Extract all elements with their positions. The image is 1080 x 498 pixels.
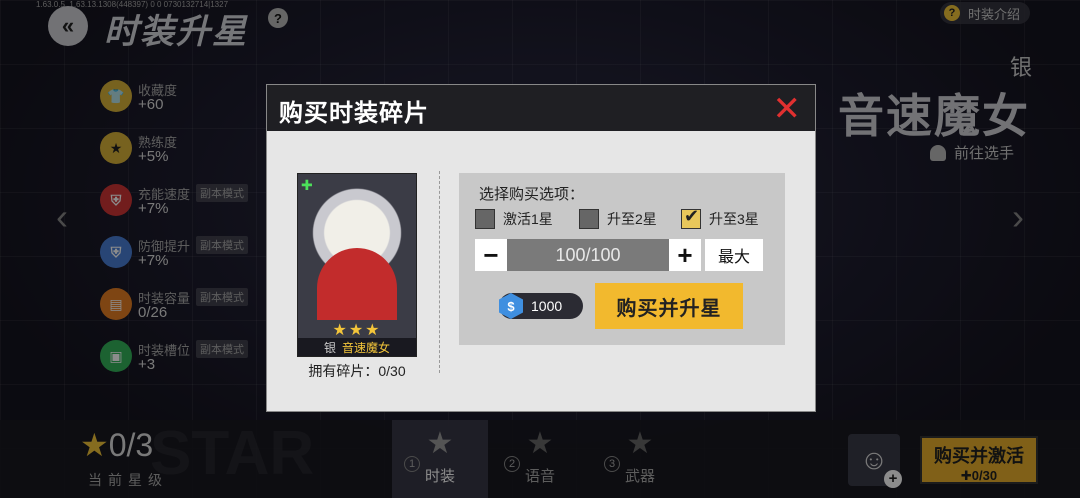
owned-fragments: 拥有碎片：0/30 [308,363,406,379]
option-label: 升至3星 [709,211,759,227]
modal-title: 购买时装碎片 [279,100,429,127]
currency-icon: $ [499,293,523,319]
buy-fragments-modal: 购买时装碎片 ✕ ✚ ★★★ 银 音速魔女 拥有碎片：0/30 选择购买选项： … [266,84,816,412]
option-upgrade-3star[interactable]: 升至3星 [681,206,759,229]
modal-header: 购买时装碎片 ✕ [267,85,815,131]
purchase-options-panel: 选择购买选项： 激活1星 升至2星 升至3星 − 100/100 + 最大 $ … [459,173,785,345]
checkbox-checked[interactable] [681,206,701,229]
card-stars: ★★★ [332,322,382,339]
card-name: 音速魔女 [342,340,391,355]
checkbox[interactable] [579,209,599,229]
divider [439,171,440,373]
price-display: $ 1000 [499,293,583,319]
option-label: 激活1星 [503,211,553,227]
quantity-decrease-button[interactable]: − [475,239,507,271]
option-label: 升至2星 [607,211,657,227]
quantity-value: 100/100 [507,239,669,271]
card-name-bar: 银 音速魔女 [298,338,416,356]
option-upgrade-2star[interactable]: 升至2星 [579,209,657,229]
checkbox[interactable] [475,209,495,229]
costume-card: ✚ ★★★ 银 音速魔女 [297,173,417,357]
max-button[interactable]: 最大 [705,239,763,271]
character-portrait [298,174,416,342]
buy-upgrade-button[interactable]: 购买并升星 [595,283,743,329]
option-activate-1star[interactable]: 激活1星 [475,209,553,229]
price-value: 1000 [531,298,563,314]
close-icon[interactable]: ✕ [773,89,802,129]
quantity-increase-button[interactable]: + [669,239,701,271]
fragment-badge-icon: ✚ [301,177,313,193]
card-grade: 银 [323,340,336,355]
options-title: 选择购买选项： [479,186,585,203]
